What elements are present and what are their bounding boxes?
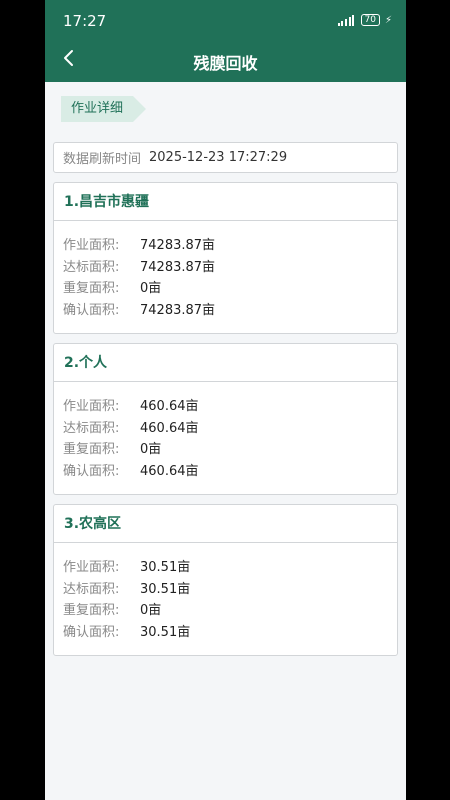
status-time: 17:27 xyxy=(63,12,107,30)
row-value: 460.64亩 xyxy=(140,399,199,415)
status-bar: 17:27 70 ⚡ xyxy=(45,0,406,42)
row-label: 达标面积: xyxy=(63,259,120,275)
card-row: 确认面积: 74283.87亩 xyxy=(63,298,397,320)
card-row: 作业面积: 30.51亩 xyxy=(63,555,397,577)
card-title: 1.昌吉市惠疆 xyxy=(54,183,397,221)
section-tag: 作业详细 xyxy=(61,96,147,122)
row-label: 确认面积: xyxy=(63,463,120,479)
row-value: 74283.87亩 xyxy=(140,259,216,275)
card-row: 达标面积: 460.64亩 xyxy=(63,416,397,438)
row-label: 重复面积: xyxy=(63,603,120,619)
refresh-time-value: 2025-12-23 17:27:29 xyxy=(149,150,288,165)
card-title: 3.农高区 xyxy=(54,505,397,543)
row-label: 作业面积: xyxy=(63,238,120,254)
status-icons: 70 ⚡ xyxy=(337,14,392,26)
card-row: 重复面积: 0亩 xyxy=(63,437,397,459)
row-label: 重复面积: xyxy=(63,281,120,297)
row-value: 30.51亩 xyxy=(140,560,191,576)
row-value: 460.64亩 xyxy=(140,463,199,479)
row-label: 作业面积: xyxy=(63,399,120,415)
work-card: 3.农高区 作业面积: 30.51亩 达标面积: 30.51亩 重复面积: 0亩 确认… xyxy=(53,504,398,656)
row-value: 74283.87亩 xyxy=(140,302,216,318)
row-value: 0亩 xyxy=(140,603,162,619)
card-body: 作业面积: 460.64亩 达标面积: 460.64亩 重复面积: 0亩 确认面积: 4… xyxy=(54,382,397,480)
card-body: 作业面积: 74283.87亩 达标面积: 74283.87亩 重复面积: 0亩 确认… xyxy=(54,221,397,319)
card-row: 达标面积: 30.51亩 xyxy=(63,577,397,599)
app-header: 17:27 70 ⚡ 残膜回收 xyxy=(45,0,406,82)
row-label: 作业面积: xyxy=(63,560,120,576)
work-card: 2.个人 作业面积: 460.64亩 达标面积: 460.64亩 重复面积: 0亩 确… xyxy=(53,343,398,495)
card-title: 2.个人 xyxy=(54,344,397,382)
row-label: 重复面积: xyxy=(63,442,120,458)
row-value: 30.51亩 xyxy=(140,581,191,597)
card-row: 确认面积: 30.51亩 xyxy=(63,620,397,642)
card-row: 作业面积: 74283.87亩 xyxy=(63,233,397,255)
refresh-time-label: 数据刷新时间 xyxy=(63,152,142,167)
section-tag-wrap: 作业详细 xyxy=(45,82,406,122)
nav-bar: 残膜回收 xyxy=(45,42,406,82)
row-label: 达标面积: xyxy=(63,581,120,597)
card-row: 确认面积: 460.64亩 xyxy=(63,459,397,481)
card-row: 重复面积: 0亩 xyxy=(63,598,397,620)
battery-icon: 70 xyxy=(360,14,380,26)
card-row: 达标面积: 74283.87亩 xyxy=(63,255,397,277)
row-label: 达标面积: xyxy=(63,420,120,436)
row-value: 74283.87亩 xyxy=(140,238,216,254)
card-row: 作业面积: 460.64亩 xyxy=(63,394,397,416)
row-label: 确认面积: xyxy=(63,624,120,640)
charging-icon: ⚡ xyxy=(384,14,392,26)
signal-icon xyxy=(337,14,356,26)
page-title: 残膜回收 xyxy=(193,54,258,73)
row-value: 460.64亩 xyxy=(140,420,199,436)
row-label: 确认面积: xyxy=(63,302,120,318)
card-body: 作业面积: 30.51亩 达标面积: 30.51亩 重复面积: 0亩 确认面积: 30.… xyxy=(54,543,397,641)
app-screen: 17:27 70 ⚡ 残膜回收 作业详细 数据刷新时间 2025-12-23 1… xyxy=(45,0,406,800)
refresh-time-box: 数据刷新时间 2025-12-23 17:27:29 xyxy=(53,142,398,173)
row-value: 0亩 xyxy=(140,281,162,297)
row-value: 0亩 xyxy=(140,442,162,458)
work-card: 1.昌吉市惠疆 作业面积: 74283.87亩 达标面积: 74283.87亩 重复… xyxy=(53,182,398,334)
row-value: 30.51亩 xyxy=(140,624,191,640)
card-row: 重复面积: 0亩 xyxy=(63,276,397,298)
